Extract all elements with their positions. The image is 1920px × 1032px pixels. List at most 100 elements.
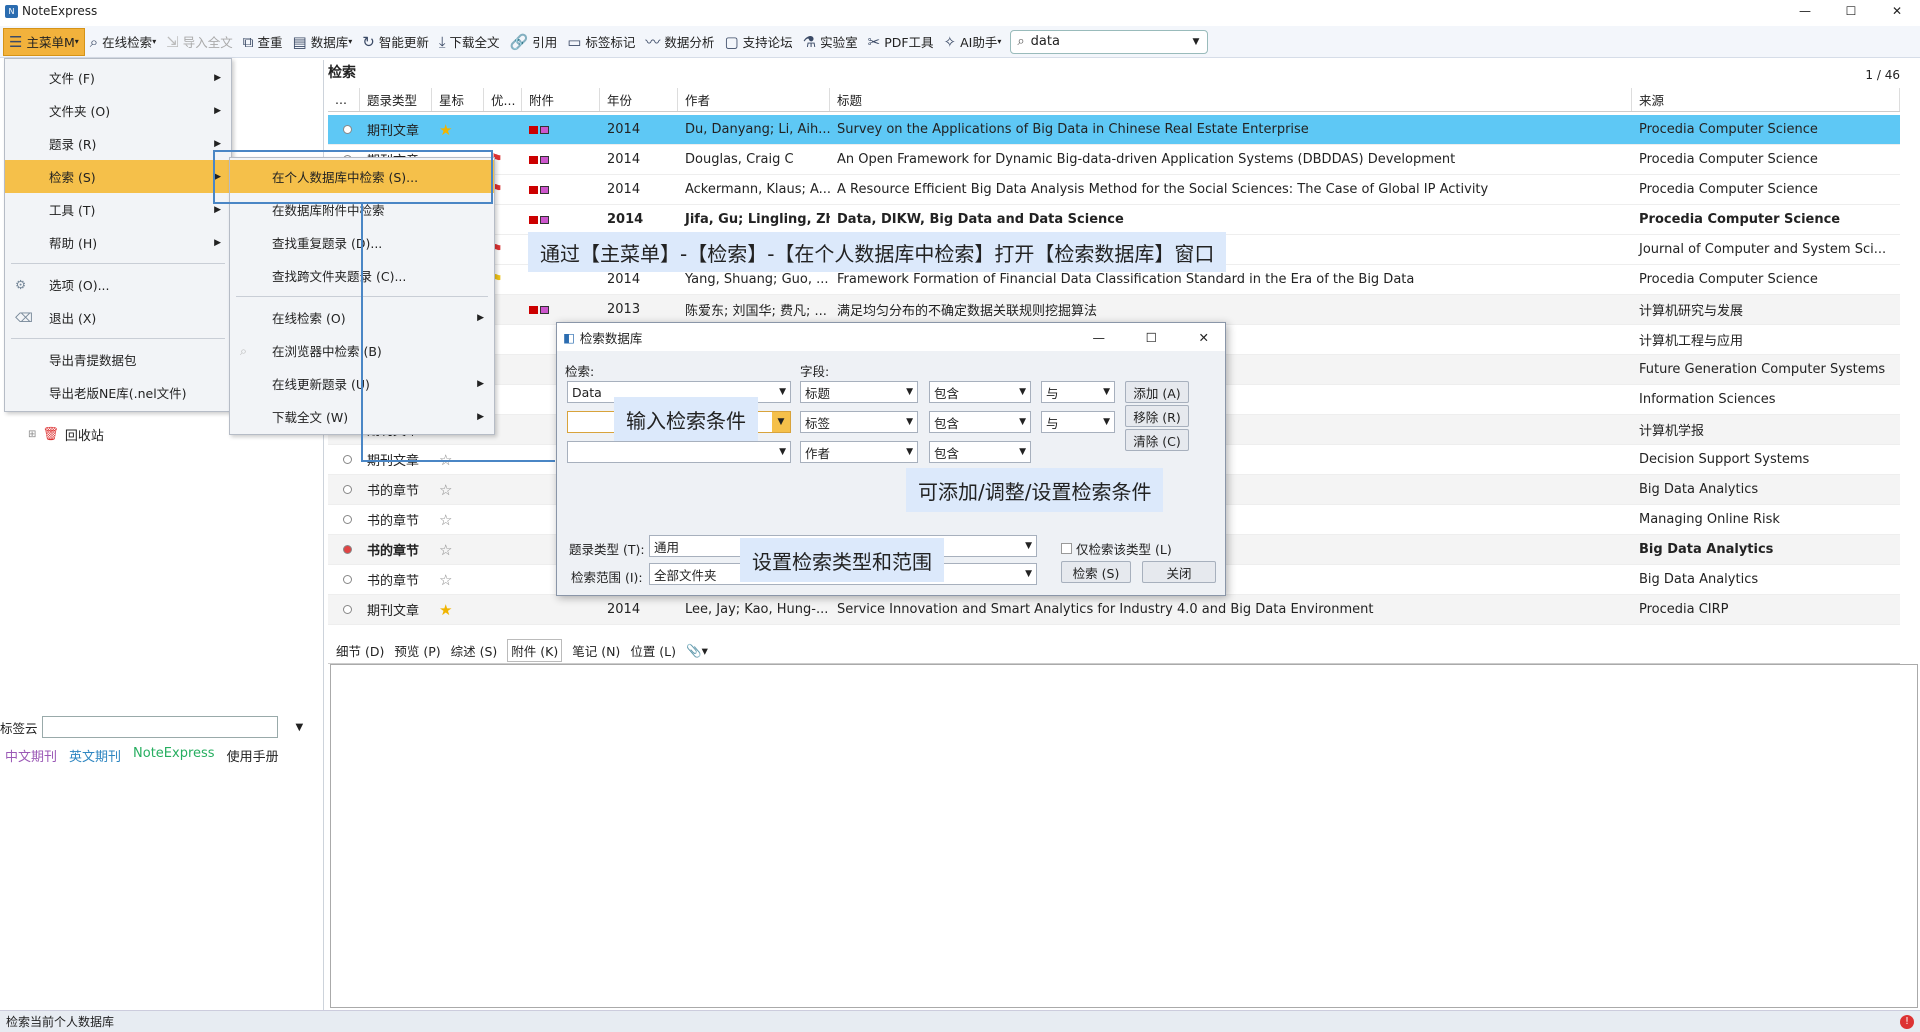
operator-select-3[interactable]: 包含 ▼	[929, 441, 1031, 463]
maximize-button[interactable]: ☐	[1828, 0, 1874, 22]
chevron-down-icon[interactable]: ▼	[1192, 37, 1199, 47]
table-row[interactable]: 期刊文章2014Jifa, Gu; Lingling, ZhaData, DIK…	[328, 205, 1900, 235]
menu-item-exit[interactable]: ⌫ 退出 (X)	[5, 301, 231, 334]
flag-icon[interactable]	[484, 115, 522, 145]
dialog-maximize-button[interactable]: ☐	[1146, 330, 1157, 345]
dialog-minimize-button[interactable]: —	[1093, 330, 1106, 345]
menu-item-help[interactable]: 帮助 (H) ▶	[5, 226, 231, 259]
col-header[interactable]: 作者	[678, 88, 830, 111]
col-header[interactable]: 来源	[1632, 88, 1900, 111]
star-icon[interactable]: ☆	[432, 535, 484, 565]
chevron-down-icon[interactable]: ▼	[779, 387, 786, 397]
operator-select-2[interactable]: 包含 ▼	[929, 411, 1031, 433]
menu-item-file[interactable]: 文件 (F) ▶	[5, 61, 231, 94]
flag-icon[interactable]	[484, 595, 522, 625]
checkbox-icon[interactable]	[1061, 543, 1072, 554]
import-fulltext-button[interactable]: ⇲ 导入全文	[161, 28, 238, 56]
dedupe-button[interactable]: ⧉ 查重	[238, 28, 288, 56]
database-button[interactable]: ▤ 数据库 ▾	[288, 28, 358, 56]
menu-item-folder[interactable]: 文件夹 (O) ▶	[5, 94, 231, 127]
menu-item-search[interactable]: 检索 (S) ▶	[5, 160, 231, 193]
pdf-tools-button[interactable]: ✂ PDF工具	[863, 28, 939, 56]
logic-select-2[interactable]: 与 ▼	[1041, 411, 1115, 433]
tag-mark-button[interactable]: ▭ 标签标记	[562, 28, 640, 56]
read-status-icon[interactable]	[328, 115, 360, 145]
menu-item-export-qingti[interactable]: 导出青提数据包	[5, 343, 231, 376]
tab-notes[interactable]: 笔记 (N)	[572, 641, 620, 660]
smart-update-button[interactable]: ↻ 智能更新	[357, 28, 434, 56]
remove-condition-button[interactable]: 移除 (R)	[1125, 405, 1189, 427]
col-header[interactable]: 优...	[484, 88, 522, 111]
read-status-icon[interactable]	[328, 445, 360, 475]
tab-attachment[interactable]: 附件 (K)	[507, 639, 563, 662]
menu-item-tools[interactable]: 工具 (T) ▶	[5, 193, 231, 226]
data-analysis-button[interactable]: 〰数据分析	[640, 28, 719, 56]
logic-select-1[interactable]: 与 ▼	[1041, 381, 1115, 403]
ai-assistant-button[interactable]: ✧ AI助手 ▾	[939, 28, 1007, 56]
tagcloud-input[interactable]	[41, 716, 278, 738]
tab-detail[interactable]: 细节 (D)	[336, 641, 384, 660]
star-icon[interactable]: ☆	[432, 505, 484, 535]
table-row[interactable]: 期刊文章 ★ 2014 Lee, Jay; Kao, Hung-... Service …	[328, 595, 1900, 625]
search-submit-button[interactable]: 检索 (S)	[1061, 561, 1131, 583]
tag-item[interactable]: 英文期刊	[69, 746, 121, 765]
lab-button[interactable]: ⚗ 实验室	[798, 28, 863, 56]
tag-item[interactable]: 中文期刊	[5, 746, 57, 765]
table-row[interactable]: 期刊文章⚑2014Ackermann, Klaus; A...A Resourc…	[328, 175, 1900, 205]
main-menu-button[interactable]: ☰ 主菜单M ▾	[3, 27, 85, 56]
tab-preview[interactable]: 预览 (P)	[394, 641, 440, 660]
star-icon[interactable]: ☆	[432, 565, 484, 595]
dialog-close-button[interactable]: 关闭	[1142, 561, 1216, 583]
menu-item-records[interactable]: 题录 (R) ▶	[5, 127, 231, 160]
operator-select-1[interactable]: 包含 ▼	[929, 381, 1031, 403]
read-status-icon[interactable]	[328, 595, 360, 625]
flag-icon[interactable]	[484, 535, 522, 565]
col-header[interactable]: 星标	[432, 88, 484, 111]
menu-item-export-nel[interactable]: 导出老版NE库(.nel文件)	[5, 376, 231, 409]
alert-icon[interactable]: !	[1900, 1014, 1914, 1029]
forum-button[interactable]: ▢ 支持论坛	[719, 28, 797, 56]
only-type-checkbox[interactable]: 仅检索该类型 (L)	[1061, 539, 1172, 558]
minimize-button[interactable]: —	[1782, 0, 1828, 22]
read-status-icon[interactable]	[328, 475, 360, 505]
star-icon[interactable]: ☆	[432, 475, 484, 505]
tag-item[interactable]: NoteExpress	[133, 746, 215, 765]
cite-button[interactable]: 🔗 引用	[505, 28, 563, 56]
expand-icon[interactable]: ⊞	[28, 429, 36, 440]
quick-search-input[interactable]: ⌕ data ▼	[1010, 29, 1209, 54]
col-header[interactable]: 附件	[522, 88, 600, 111]
attachment-icon[interactable]	[522, 175, 600, 205]
chevron-down-icon[interactable]: ▼	[296, 722, 304, 733]
col-header[interactable]: ...	[328, 88, 360, 111]
tree-item-recycle[interactable]: ⊞ 🗑 回收站	[28, 425, 104, 444]
table-row[interactable]: 期刊文章⚑2014Douglas, Craig CAn Open Framewo…	[328, 145, 1900, 175]
term-input-3[interactable]: ▼	[567, 441, 791, 463]
tab-summary[interactable]: 综述 (S)	[451, 641, 498, 660]
col-header[interactable]: 年份	[600, 88, 678, 111]
menu-item-options[interactable]: ⚙ 选项 (O)...	[5, 268, 231, 301]
read-status-icon[interactable]	[328, 535, 360, 565]
flag-icon[interactable]	[484, 565, 522, 595]
field-select-3[interactable]: 作者 ▼	[800, 441, 918, 463]
read-status-icon[interactable]	[328, 505, 360, 535]
attachment-icon[interactable]	[522, 295, 600, 325]
paperclip-icon[interactable]: 📎▾	[686, 643, 708, 659]
tab-location[interactable]: 位置 (L)	[630, 641, 676, 660]
online-search-button[interactable]: ⌕ 在线检索 ▾	[85, 28, 161, 56]
star-icon[interactable]: ★	[432, 595, 484, 625]
attachment-icon[interactable]	[522, 595, 600, 625]
table-row[interactable]: 期刊文章2013陈爱东; 刘国华; 费凡; ...满足均匀分布的不确定数据关联规…	[328, 295, 1900, 325]
add-condition-button[interactable]: 添加 (A)	[1125, 381, 1189, 403]
dialog-close-icon[interactable]: ✕	[1199, 330, 1209, 345]
attachment-icon[interactable]	[522, 115, 600, 145]
table-row[interactable]: 期刊文章 ★ 2014 Du, Danyang; Li, Aih... Survey o…	[328, 115, 1900, 145]
flag-icon[interactable]	[484, 505, 522, 535]
tag-item[interactable]: 使用手册	[227, 746, 279, 765]
flag-icon[interactable]	[484, 475, 522, 505]
col-header[interactable]: 标题	[830, 88, 1632, 111]
attachment-icon[interactable]	[522, 205, 600, 235]
clear-conditions-button[interactable]: 清除 (C)	[1125, 429, 1189, 451]
attachment-icon[interactable]	[522, 145, 600, 175]
star-icon[interactable]: ★	[432, 115, 484, 145]
field-select-1[interactable]: 标题 ▼	[800, 381, 918, 403]
